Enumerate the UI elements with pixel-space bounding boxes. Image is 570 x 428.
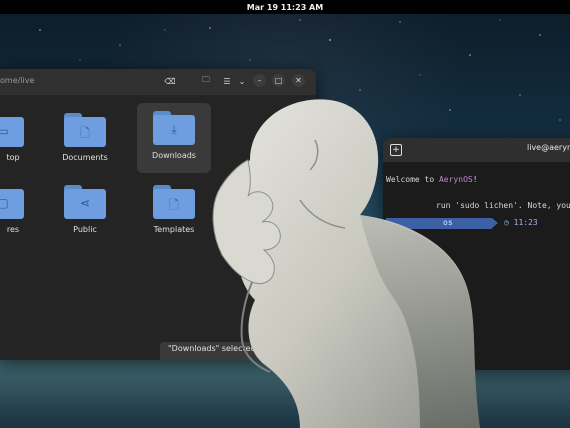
statue-facepalm-image: [212, 99, 480, 428]
